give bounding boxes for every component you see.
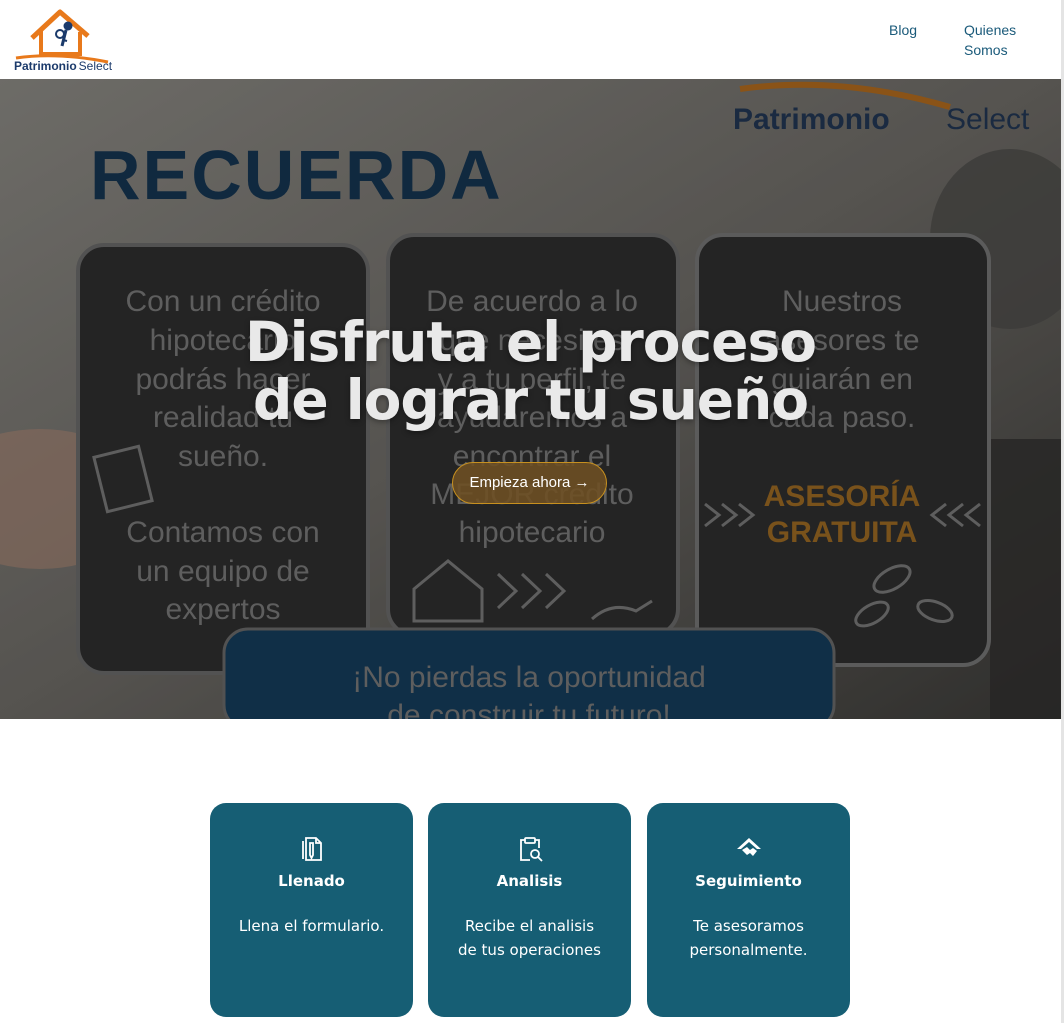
logo-wordmark: Patrimonio Select xyxy=(14,59,112,73)
card-title: Seguimiento xyxy=(695,872,802,890)
card-llenado: Llenado Llena el formulario. xyxy=(210,803,413,1017)
document-icon xyxy=(210,835,413,863)
logo-sub: Select xyxy=(78,59,113,73)
hero-title-line-1: Disfruta el proceso xyxy=(244,310,817,374)
logo-name: Patrimonio xyxy=(14,59,77,73)
hero-title-line-2: de lograr tu sueño xyxy=(252,368,809,432)
card-description: Recibe el analisis de tus operaciones xyxy=(458,917,601,959)
empieza-ahora-button[interactable]: Empieza ahora → xyxy=(452,462,607,504)
nav-link-blog[interactable]: Blog xyxy=(889,20,917,40)
hero-section: Patrimonio Select RECUERDA Con un crédit… xyxy=(0,79,1061,719)
card-title: Llenado xyxy=(278,872,345,890)
house-handshake-icon xyxy=(647,835,850,863)
card-description: Llena el formulario. xyxy=(238,917,385,935)
site-header: Patrimonio Select Blog Quienes Somos xyxy=(0,0,1064,79)
nav-link-quienes-somos[interactable]: Quienes Somos xyxy=(964,20,1026,60)
card-seguimiento: Seguimiento Te asesoramos personalmente. xyxy=(647,803,850,1017)
card-title: Analisis xyxy=(496,872,563,890)
card-description: Te asesoramos personalmente. xyxy=(689,917,808,959)
clipboard-search-icon xyxy=(428,835,631,863)
house-key-logo-icon xyxy=(15,9,109,64)
card-analisis: Analisis Recibe el analisis de tus opera… xyxy=(428,803,631,1017)
hero-title: Disfruta el proceso de lograr tu sueño xyxy=(0,313,1061,429)
